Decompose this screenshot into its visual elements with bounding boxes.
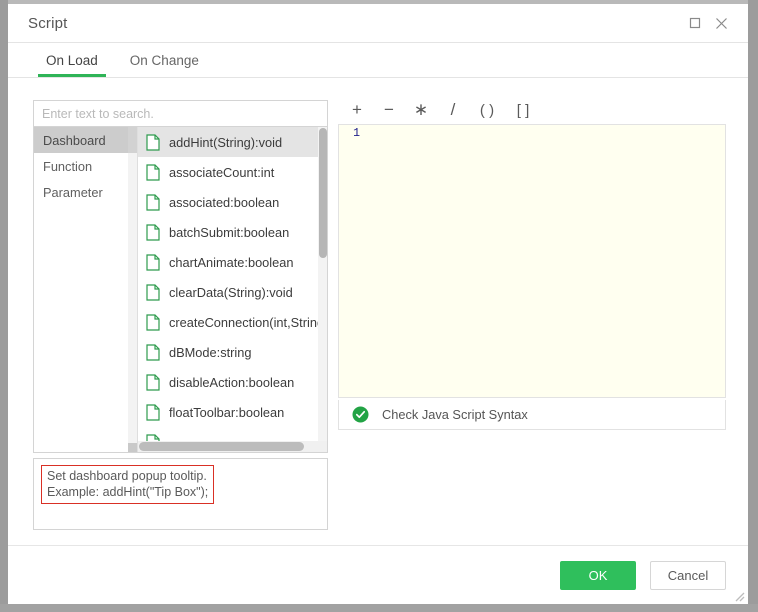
document-icon (146, 433, 160, 441)
resize-grip-icon[interactable] (731, 588, 745, 602)
backdrop-right-strip (748, 0, 758, 612)
category-item-parameter[interactable]: Parameter (34, 179, 137, 205)
document-icon (146, 223, 160, 241)
operator-label: [ ] (516, 101, 530, 119)
list-item-label: chartAnimate:boolean (169, 254, 294, 270)
list-item[interactable]: disableAction:boolean (138, 367, 318, 397)
dialog-body: Dashboard Function Parameter (8, 78, 748, 545)
backdrop-left-strip (0, 0, 8, 612)
operator-label: − (384, 100, 394, 119)
member-horizontal-scrollbar-track[interactable] (138, 441, 318, 452)
member-vertical-scrollbar-track[interactable] (318, 127, 327, 441)
category-label: Function (43, 158, 93, 174)
list-item[interactable]: addHint(String):void (138, 127, 318, 157)
script-editor-pane: + − ∗ / ( ) [ ] 1 Check Java Script Synt… (338, 96, 726, 430)
list-item[interactable]: floatToolbar:boolean (138, 397, 318, 427)
dialog-footer: OK Cancel (8, 545, 748, 604)
tab-on-load-label: On Load (46, 52, 98, 68)
category-scrollbar-track[interactable] (128, 127, 137, 452)
operator-minus-button[interactable]: − (373, 97, 405, 123)
document-icon (146, 343, 160, 361)
list-item-label: batchSubmit:boolean (169, 224, 290, 240)
list-item-label: associateCount:int (169, 164, 275, 180)
list-item[interactable]: clearData(String):void (138, 277, 318, 307)
backdrop-bottom-strip (0, 604, 758, 612)
scrollbar-corner (318, 441, 327, 452)
operator-plus-button[interactable]: + (341, 97, 373, 123)
list-item[interactable]: associated:boolean (138, 187, 318, 217)
close-icon[interactable] (708, 10, 734, 36)
operator-multiply-button[interactable]: ∗ (405, 97, 437, 123)
description-box: Set dashboard popup tooltip. Example: ad… (33, 458, 328, 530)
operator-toolbar: + − ∗ / ( ) [ ] (338, 96, 726, 124)
document-icon (146, 313, 160, 331)
script-dialog: Script On Load On Change Enter text to s… (8, 4, 748, 604)
tab-on-change-label: On Change (129, 52, 199, 68)
list-item[interactable]: batchSubmit:boolean (138, 217, 318, 247)
list-item-label: addHint(String):void (169, 134, 283, 150)
list-item[interactable]: createConnection(int,String): (138, 307, 318, 337)
operator-label: + (352, 100, 362, 119)
list-item[interactable]: associateCount:int (138, 157, 318, 187)
list-item-label: dBMode:string (169, 344, 252, 360)
code-editor[interactable]: 1 (338, 124, 726, 398)
line-number: 1 (353, 127, 360, 140)
category-label: Parameter (43, 184, 103, 200)
tab-bar: On Load On Change (8, 43, 748, 78)
object-browser: Dashboard Function Parameter addHint(Str… (33, 126, 328, 453)
check-syntax-label: Check Java Script Syntax (382, 407, 528, 422)
list-item[interactable]: dBMode:string (138, 337, 318, 367)
list-item-label: associated:boolean (169, 194, 280, 210)
member-vertical-scrollbar-thumb[interactable] (319, 128, 327, 258)
document-icon (146, 403, 160, 421)
tab-on-load[interactable]: On Load (30, 43, 114, 77)
editor-gutter: 1 (339, 125, 365, 397)
code-editor-textarea[interactable] (365, 125, 725, 397)
list-item-label: floatToolbar:boolean (169, 404, 285, 420)
check-syntax-button[interactable]: Check Java Script Syntax (338, 400, 726, 430)
operator-parentheses-button[interactable]: ( ) (469, 97, 505, 123)
ok-button[interactable]: OK (560, 560, 636, 590)
category-list: Dashboard Function Parameter (34, 127, 138, 452)
cancel-button[interactable]: Cancel (650, 560, 726, 590)
member-horizontal-scrollbar-thumb[interactable] (139, 442, 304, 451)
list-item-label: createConnection(int,String): (169, 314, 318, 330)
operator-divide-button[interactable]: / (437, 97, 469, 123)
list-item-label: clearData(String):void (169, 284, 293, 300)
category-scrollbar-corner (128, 443, 137, 452)
member-list: addHint(String):void associateCount:int (138, 127, 318, 441)
document-icon (146, 283, 160, 301)
operator-label: ( ) (479, 101, 495, 119)
operator-brackets-button[interactable]: [ ] (505, 97, 541, 123)
document-icon (146, 193, 160, 211)
category-item-function[interactable]: Function (34, 153, 137, 179)
list-item[interactable]: chartAnimate:boolean (138, 247, 318, 277)
maximize-icon[interactable] (682, 10, 708, 36)
object-browser-pane: Dashboard Function Parameter (33, 100, 328, 453)
search-input[interactable] (33, 100, 328, 126)
check-circle-icon (352, 406, 369, 423)
dialog-titlebar: Script (8, 4, 748, 43)
list-item[interactable] (138, 427, 318, 441)
category-label: Dashboard (43, 132, 106, 148)
document-icon (146, 133, 160, 151)
document-icon (146, 373, 160, 391)
description-text: Set dashboard popup tooltip. Example: ad… (41, 465, 215, 504)
document-icon (146, 163, 160, 181)
tab-on-change[interactable]: On Change (114, 43, 215, 77)
operator-label: ∗ (413, 100, 429, 119)
operator-label: / (450, 100, 456, 119)
dialog-title: Script (28, 14, 68, 32)
list-item-label: disableAction:boolean (169, 374, 295, 390)
category-scrollbar-thumb[interactable] (128, 127, 137, 153)
category-item-dashboard[interactable]: Dashboard (34, 127, 137, 153)
member-list-column: addHint(String):void associateCount:int (138, 127, 327, 452)
document-icon (146, 253, 160, 271)
